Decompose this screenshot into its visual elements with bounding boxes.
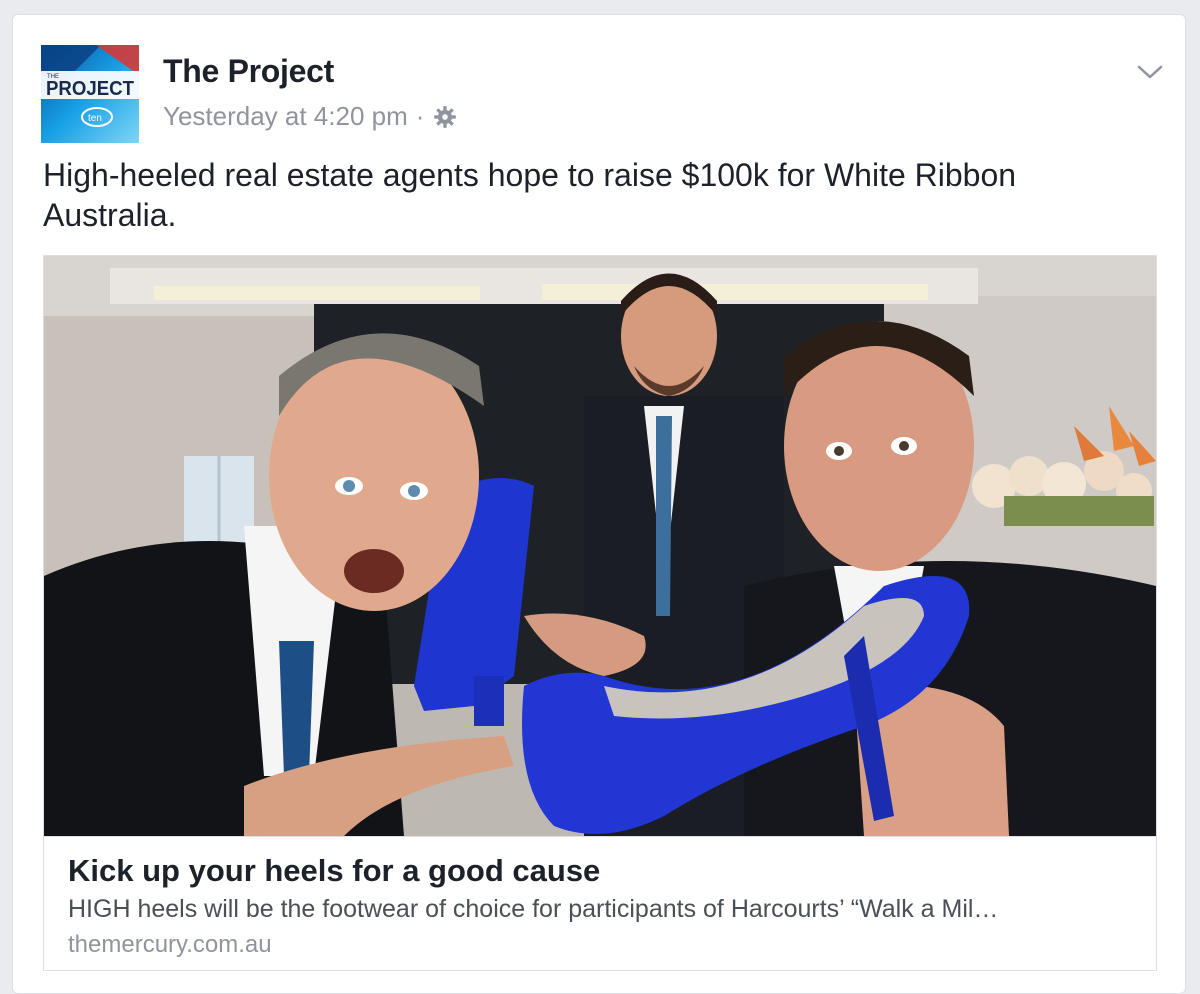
gear-icon[interactable] — [432, 104, 458, 130]
logo-main-text: PROJECT — [46, 78, 134, 100]
link-title[interactable]: Kick up your heels for a good cause — [68, 853, 600, 889]
link-info[interactable]: Kick up your heels for a good cause HIGH… — [44, 836, 1156, 970]
chevron-down-icon[interactable] — [1135, 61, 1165, 83]
post-text: High-heeled real estate agents hope to r… — [43, 157, 1017, 233]
post-timestamp[interactable]: Yesterday at 4:20 pm — [163, 101, 408, 132]
post-card: THE PROJECT ten The Project Yesterday at… — [12, 14, 1186, 994]
article-photo — [44, 256, 1156, 836]
the-project-logo: THE PROJECT ten — [41, 45, 139, 143]
link-description: HIGH heels will be the footwear of choic… — [68, 895, 999, 923]
link-preview[interactable]: Kick up your heels for a good cause HIGH… — [43, 255, 1157, 971]
page-name[interactable]: The Project — [163, 53, 334, 90]
post-meta: Yesterday at 4:20 pm · — [163, 101, 458, 132]
meta-separator: · — [415, 101, 425, 131]
page-avatar[interactable]: THE PROJECT ten — [41, 45, 139, 143]
link-domain: themercury.com.au — [68, 931, 272, 958]
logo-sub-text: ten — [88, 113, 102, 124]
